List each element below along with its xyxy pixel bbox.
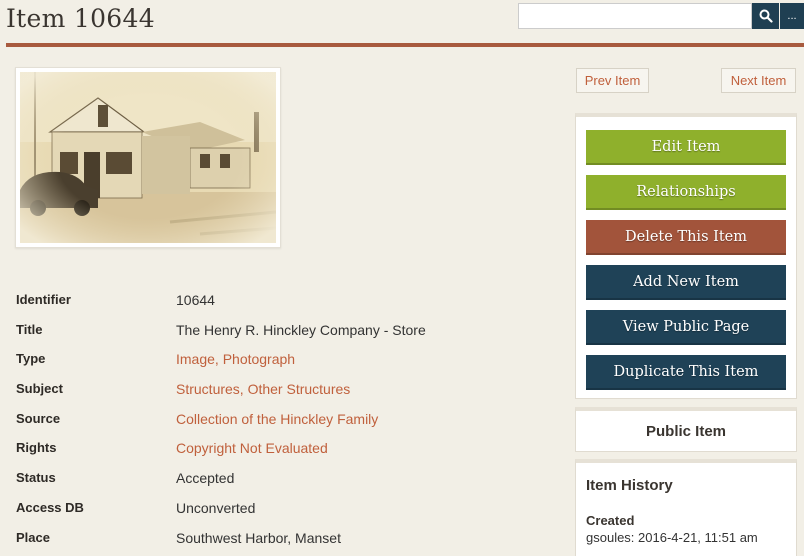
metadata-row-place: Place Southwest Harbor, Manset <box>16 527 546 556</box>
delete-item-button[interactable]: Delete This Item <box>586 220 786 255</box>
item-history-panel: Item History Created gsoules: 2016-4-21,… <box>575 459 797 556</box>
metadata-label: Place <box>16 529 50 545</box>
page-title: Item 10644 <box>6 4 155 33</box>
metadata-label: Rights <box>16 440 57 456</box>
search-input[interactable] <box>518 3 752 29</box>
metadata-label: Status <box>16 470 56 486</box>
prev-item-button[interactable]: Prev Item <box>576 68 649 93</box>
metadata-row-identifier: Identifier 10644 <box>16 289 546 319</box>
header-divider <box>6 43 804 47</box>
public-status-label: Public Item <box>645 422 727 440</box>
metadata-value: Unconverted <box>176 499 256 516</box>
view-public-page-button[interactable]: View Public Page <box>586 310 786 345</box>
duplicate-item-button[interactable]: Duplicate This Item <box>586 355 786 390</box>
item-image-frame[interactable] <box>15 67 281 248</box>
metadata-label: Source <box>16 410 61 426</box>
subject-link[interactable]: Structures, Other Structures <box>176 381 350 397</box>
metadata-label: Access DB <box>16 499 84 515</box>
metadata-row-status: Status Accepted <box>16 467 546 497</box>
metadata-value: The Henry R. Hinckley Company - Store <box>176 321 426 338</box>
item-actions-panel: Edit Item Relationships Delete This Item… <box>575 113 797 399</box>
type-link[interactable]: Image, Photograph <box>176 351 295 367</box>
item-photo <box>20 72 276 243</box>
metadata-value: Southwest Harbor, Manset <box>176 529 341 546</box>
metadata-label: Type <box>16 351 46 367</box>
metadata-row-subject: Subject Structures, Other Structures <box>16 378 546 408</box>
metadata-label: Identifier <box>16 292 71 307</box>
add-new-item-button[interactable]: Add New Item <box>586 265 786 300</box>
search-button[interactable] <box>752 3 779 29</box>
metadata-label: Title <box>16 321 43 337</box>
metadata-row-title: Title The Henry R. Hinckley Company - St… <box>16 319 546 349</box>
metadata-row-rights: Rights Copyright Not Evaluated <box>16 437 546 467</box>
page-header: Item 10644 ... <box>0 0 804 44</box>
history-created-value: gsoules: 2016-4-21, 11:51 am <box>586 530 758 545</box>
metadata-list: Identifier 10644 Title The Henry R. Hinc… <box>16 289 546 556</box>
metadata-row-type: Type Image, Photograph <box>16 348 546 378</box>
metadata-row-access-db: Access DB Unconverted <box>16 497 546 527</box>
metadata-label: Subject <box>16 381 63 397</box>
rights-link[interactable]: Copyright Not Evaluated <box>176 440 328 456</box>
metadata-value: Accepted <box>176 470 235 487</box>
source-link[interactable]: Collection of the Hinckley Family <box>176 411 378 427</box>
search-icon <box>759 9 773 23</box>
edit-item-button[interactable]: Edit Item <box>586 130 786 165</box>
relationships-button[interactable]: Relationships <box>586 175 786 210</box>
history-created-label: Created <box>586 513 635 528</box>
metadata-value: 10644 <box>176 292 215 308</box>
more-options-button[interactable]: ... <box>780 3 804 29</box>
metadata-row-source: Source Collection of the Hinckley Family <box>16 408 546 438</box>
history-title: Item History <box>586 477 673 494</box>
public-item-panel: Public Item <box>575 407 797 452</box>
next-item-button[interactable]: Next Item <box>721 68 796 93</box>
